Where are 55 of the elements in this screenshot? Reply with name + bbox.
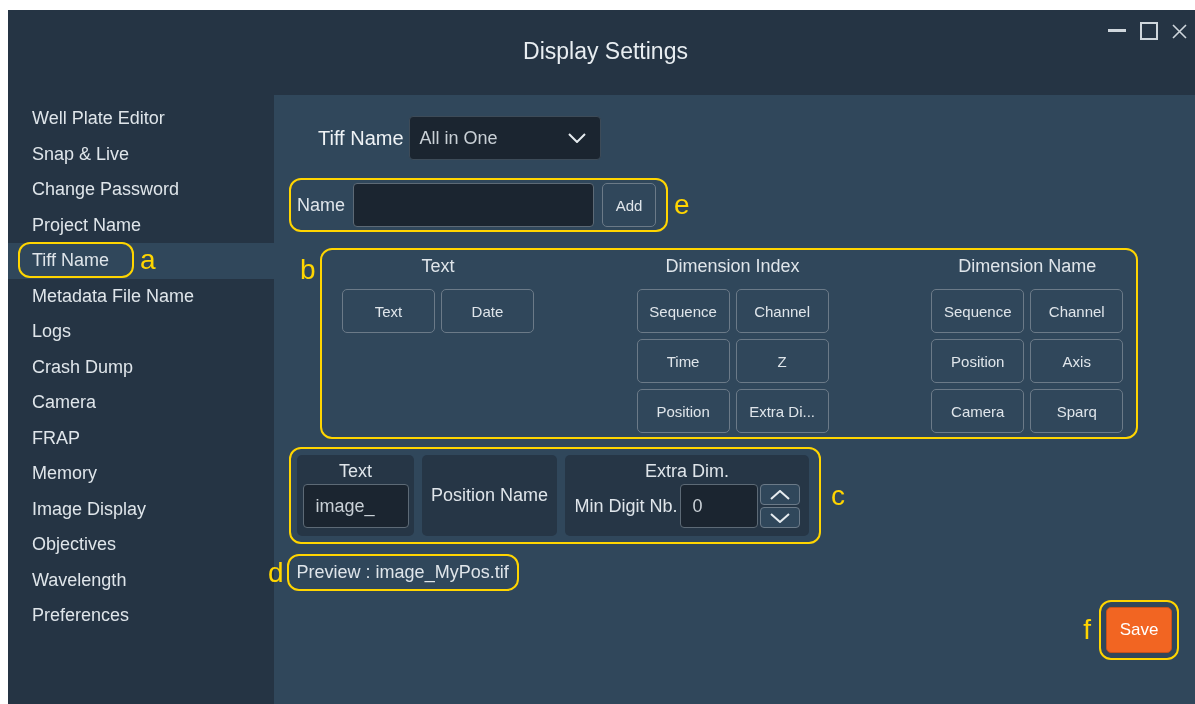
token-button[interactable]: Position <box>636 389 730 433</box>
token-button[interactable]: Axis <box>1030 339 1124 383</box>
preview-text: Preview : image_MyPos.tif <box>296 562 509 582</box>
minimize-icon[interactable] <box>1108 29 1126 33</box>
sidebar-item[interactable]: Crash Dump <box>8 349 274 385</box>
section-title: Dimension Name <box>958 256 1097 278</box>
name-label: Name <box>297 194 345 216</box>
close-icon[interactable] <box>1172 23 1187 39</box>
sidebar-item[interactable]: Well Plate Editor <box>8 101 274 137</box>
token-button[interactable]: Z <box>735 339 829 383</box>
sidebar-item[interactable]: Preferences <box>8 598 274 634</box>
callout-letter: b <box>300 256 316 284</box>
segment-title: Text <box>339 461 372 482</box>
token-button[interactable]: Sparq <box>1030 389 1124 433</box>
min-digit-label: Min Digit Nb. <box>574 495 678 517</box>
sidebar-item[interactable]: Memory <box>8 456 274 492</box>
chevron-up-icon <box>769 489 790 500</box>
increment-button[interactable] <box>759 484 800 505</box>
token-button[interactable]: Position <box>931 339 1025 383</box>
sidebar-item[interactable]: Image Display <box>8 491 274 527</box>
token-button[interactable]: Channel <box>1030 289 1124 333</box>
callout-letter: e <box>674 191 690 219</box>
token-button[interactable]: Sequence <box>636 289 730 333</box>
sidebar-item[interactable]: Camera <box>8 385 274 421</box>
token-button[interactable]: Camera <box>931 389 1025 433</box>
segment-title: Extra Dim. <box>645 461 729 482</box>
callout-letter: f <box>1083 616 1091 644</box>
sidebar-item[interactable]: Project Name <box>8 207 274 243</box>
token-button[interactable]: Channel <box>735 289 829 333</box>
name-field[interactable] <box>353 183 594 227</box>
token-button[interactable]: Extra Di... <box>735 389 829 433</box>
tiff-name-label: Tiff Name <box>318 126 404 150</box>
segment-title: Position Name <box>430 485 549 506</box>
sidebar-item[interactable]: Snap & Live <box>8 136 274 172</box>
number-field[interactable]: 0 <box>679 484 758 528</box>
section-title: Dimension Index <box>665 256 800 278</box>
add-button[interactable]: Add <box>602 183 656 227</box>
window-title: Display Settings <box>523 38 688 65</box>
maximize-icon[interactable] <box>1140 22 1158 40</box>
chevron-down-icon <box>567 133 586 143</box>
section-title: Text <box>421 256 455 278</box>
tiff-name-dropdown[interactable]: All in One <box>408 116 601 160</box>
chevron-down-icon <box>769 512 790 523</box>
token-button[interactable]: Sequence <box>931 289 1025 333</box>
text-field[interactable]: image_ <box>302 484 409 528</box>
callout-letter: a <box>140 246 156 274</box>
sidebar-item[interactable]: FRAP <box>8 420 274 456</box>
sidebar-item[interactable]: Change Password <box>8 172 274 208</box>
callout-letter: c <box>831 481 845 510</box>
sidebar-item[interactable]: Logs <box>8 314 274 350</box>
decrement-button[interactable] <box>759 507 800 528</box>
token-button[interactable]: Time <box>636 339 730 383</box>
sidebar-item[interactable]: Metadata File Name <box>8 278 274 314</box>
token-button[interactable]: Date <box>440 289 534 333</box>
token-button[interactable]: Text <box>341 289 435 333</box>
